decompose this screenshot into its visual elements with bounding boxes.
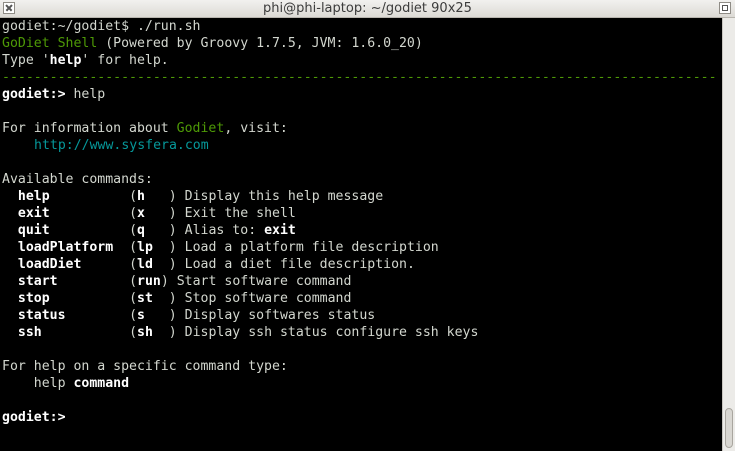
command-alias: sh: [137, 325, 169, 340]
command-alias: x: [137, 206, 169, 221]
command-description: Display ssh status configure ssh keys: [176, 325, 479, 340]
command-alias: ld: [137, 257, 169, 272]
usage-arg: command: [73, 376, 130, 391]
shell-command: ./run.sh: [136, 19, 201, 34]
command-name: start: [17, 274, 58, 289]
final-prompt-line[interactable]: godiet:>: [2, 409, 66, 426]
command-alias: q: [137, 223, 169, 238]
banner-version: (Powered by Groovy 1.7.5, JVM: 1.6.0_20): [97, 36, 423, 51]
command-row: loadPlatform (lp ) Load a platform file …: [17, 240, 439, 255]
url-text: http://www.sysfera.com: [34, 138, 209, 153]
command-row: help (h ) Display this help message: [17, 189, 384, 204]
command-description-bold: exit: [264, 223, 296, 238]
help-hint-line: Type 'help' for help.: [2, 52, 169, 69]
help-hint-prefix: Type ': [2, 53, 50, 68]
help-hint-word: help: [49, 53, 82, 68]
scrollbar-thumb[interactable]: [725, 408, 733, 448]
command-description: Display softwares status: [176, 308, 376, 323]
command-name: status: [17, 308, 66, 323]
command-name: ssh: [17, 325, 42, 340]
terminal-window: phi@phi-laptop: ~/godiet 90x25 godiet:~/…: [0, 0, 735, 451]
command-row: exit (x ) Exit the shell: [17, 206, 296, 221]
command-name: stop: [17, 291, 50, 306]
final-prompt: godiet:>: [2, 410, 66, 425]
command-alias: lp: [137, 240, 169, 255]
command-row: stop (st ) Stop software command: [17, 291, 352, 306]
command-name: help: [17, 189, 50, 204]
command-name: loadPlatform: [17, 240, 114, 255]
available-commands-heading: Available commands:: [2, 172, 153, 187]
terminal-output[interactable]: godiet:~/godiet$ ./run.sh GoDiet Shell (…: [0, 18, 722, 451]
command-description: Exit the shell: [176, 206, 296, 221]
window-title: phi@phi-laptop: ~/godiet 90x25: [263, 1, 472, 16]
info-name: Godiet: [176, 121, 225, 136]
info-line: For information about Godiet, visit:: [2, 120, 288, 137]
command-description: Display this help message: [176, 189, 384, 204]
usage-prefix: help: [2, 376, 74, 391]
command-description: Start software command: [168, 274, 352, 289]
command-row: ssh (sh ) Display ssh status configure s…: [17, 325, 479, 340]
command-description: Load a platform file description: [176, 240, 439, 255]
command-name: exit: [17, 206, 50, 221]
command-row: status (s ) Display softwares status: [17, 308, 376, 323]
usage-line: help command: [2, 375, 129, 392]
command-description: Stop software command: [176, 291, 352, 306]
command-row: start (run) Start software command: [17, 274, 352, 289]
command-alias: run: [137, 274, 161, 289]
maximize-icon[interactable]: [719, 2, 731, 14]
command-row: loadDiet (ld ) Load a diet file descript…: [17, 257, 415, 272]
command-name: quit: [17, 223, 50, 238]
command-row: quit (q ) Alias to: exit: [17, 223, 296, 238]
godiet-prompt: godiet:>: [2, 87, 66, 102]
command-description: Load a diet file description.: [176, 257, 415, 272]
separator-line: ----------------------------------------…: [2, 70, 716, 85]
command-name: loadDiet: [17, 257, 82, 272]
url-link[interactable]: http://www.sysfera.com: [34, 137, 209, 154]
prompt-help-line: godiet:> help: [2, 86, 105, 103]
shell-command-line: godiet:~/godiet$ ./run.sh: [2, 18, 201, 35]
info-suffix: , visit:: [224, 121, 288, 136]
shell-prompt: godiet:~/godiet$: [2, 19, 137, 34]
typed-command: help: [65, 87, 106, 102]
info-prefix: For information about: [2, 121, 177, 136]
command-alias: s: [137, 308, 169, 323]
banner-line: GoDiet Shell (Powered by Groovy 1.7.5, J…: [2, 35, 423, 52]
specific-help-line: For help on a specific command type:: [2, 359, 288, 374]
command-alias: h: [137, 189, 169, 204]
scrollbar[interactable]: [722, 18, 735, 451]
command-description: Alias to:: [176, 223, 265, 238]
banner-name: GoDiet Shell: [2, 36, 98, 51]
title-bar[interactable]: phi@phi-laptop: ~/godiet 90x25: [0, 0, 735, 18]
help-hint-suffix: ' for help.: [81, 53, 169, 68]
command-alias: st: [137, 291, 169, 306]
